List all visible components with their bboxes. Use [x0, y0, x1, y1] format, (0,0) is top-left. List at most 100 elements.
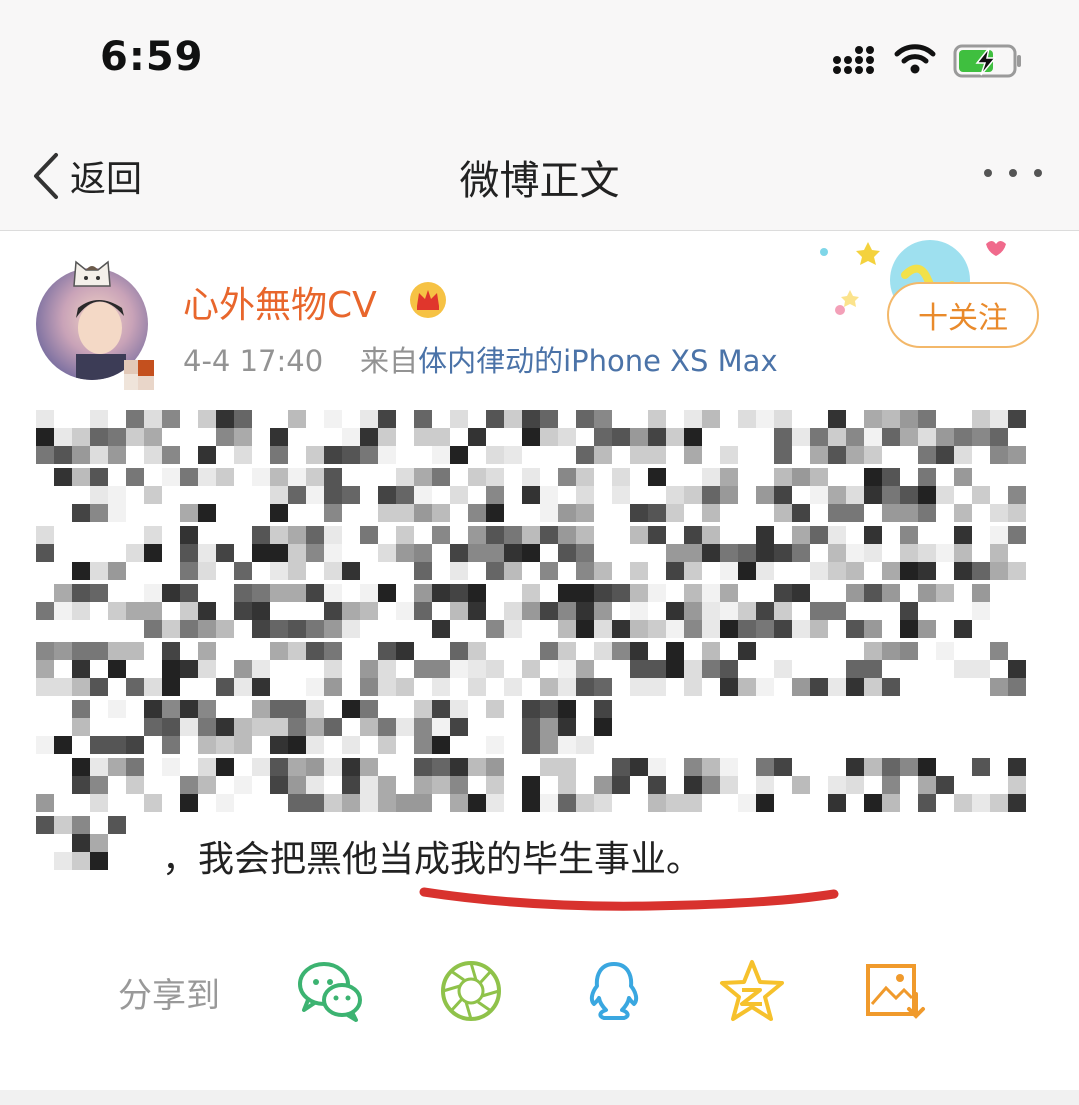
save-image-icon[interactable] — [860, 958, 928, 1024]
mosaic-pixel — [414, 562, 432, 580]
mosaic-pixel — [540, 562, 558, 580]
mosaic-pixel — [270, 504, 288, 522]
mosaic-pixel — [378, 700, 396, 718]
mosaic-pixel — [396, 584, 414, 602]
mosaic-pixel — [234, 584, 252, 602]
mosaic-pixel — [630, 620, 648, 638]
mosaic-pixel — [126, 486, 144, 504]
mosaic-pixel — [162, 544, 180, 562]
mosaic-pixel — [396, 660, 414, 678]
mosaic-pixel — [990, 562, 1008, 580]
mosaic-pixel — [792, 486, 810, 504]
mosaic-pixel — [954, 410, 972, 428]
qq-icon[interactable] — [580, 958, 648, 1024]
mosaic-pixel — [144, 758, 162, 776]
mosaic-pixel — [666, 526, 684, 544]
mosaic-pixel — [198, 642, 216, 660]
mosaic-pixel — [360, 446, 378, 464]
mosaic-pixel — [846, 660, 864, 678]
mosaic-pixel — [720, 776, 738, 794]
mosaic-pixel — [36, 794, 54, 812]
mosaic-pixel — [900, 410, 918, 428]
mosaic-pixel — [1008, 602, 1026, 620]
mosaic-pixel — [252, 718, 270, 736]
mosaic-pixel — [90, 700, 108, 718]
mosaic-pixel — [486, 620, 504, 638]
post-source[interactable]: 体内律动的iPhone XS Max — [418, 344, 778, 378]
mosaic-pixel — [306, 410, 324, 428]
mosaic-pixel — [270, 544, 288, 562]
mosaic-pixel — [252, 562, 270, 580]
mosaic-pixel — [666, 794, 684, 812]
mosaic-pixel — [252, 660, 270, 678]
mosaic-pixel — [864, 678, 882, 696]
mosaic-pixel — [270, 678, 288, 696]
mosaic-pixel — [54, 562, 72, 580]
mosaic-pixel — [234, 642, 252, 660]
mosaic-pixel — [864, 620, 882, 638]
mosaic-pixel — [180, 428, 198, 446]
mosaic-pixel — [774, 468, 792, 486]
mosaic-pixel — [504, 428, 522, 446]
mosaic-pixel — [216, 758, 234, 776]
mosaic-pixel — [774, 410, 792, 428]
mosaic-pixel — [216, 642, 234, 660]
mosaic-pixel — [954, 758, 972, 776]
mosaic-pixel — [486, 718, 504, 736]
mosaic-pixel — [720, 562, 738, 580]
mosaic-pixel — [216, 410, 234, 428]
mosaic-pixel — [648, 602, 666, 620]
mosaic-pixel — [216, 678, 234, 696]
mosaic-pixel — [324, 428, 342, 446]
mosaic-pixel — [306, 620, 324, 638]
mosaic-pixel — [720, 660, 738, 678]
mosaic-pixel — [882, 468, 900, 486]
mosaic-pixel — [342, 794, 360, 812]
mosaic-pixel — [36, 526, 54, 544]
mosaic-pixel — [36, 584, 54, 602]
mosaic-pixel — [288, 468, 306, 486]
mosaic-pixel — [162, 584, 180, 602]
mosaic-pixel — [522, 410, 540, 428]
moments-icon[interactable] — [438, 958, 506, 1024]
mosaic-pixel — [162, 428, 180, 446]
more-icon[interactable] — [980, 160, 1046, 186]
qzone-star-icon[interactable] — [718, 958, 786, 1024]
mosaic-pixel — [144, 584, 162, 602]
mosaic-pixel — [468, 678, 486, 696]
status-bar: 6:59 — [0, 0, 1079, 120]
mosaic-pixel — [702, 504, 720, 522]
mosaic-pixel — [126, 544, 144, 562]
mosaic-pixel — [720, 468, 738, 486]
wechat-icon[interactable] — [296, 958, 364, 1024]
mosaic-pixel — [900, 468, 918, 486]
mosaic-pixel — [738, 446, 756, 464]
mosaic-pixel — [612, 642, 630, 660]
author-name[interactable]: 心外無物CV — [183, 276, 377, 328]
mosaic-pixel — [360, 410, 378, 428]
mosaic-pixel — [612, 584, 630, 602]
mosaic-pixel — [936, 776, 954, 794]
mosaic-pixel — [126, 776, 144, 794]
mosaic-pixel — [396, 620, 414, 638]
mosaic-pixel — [252, 468, 270, 486]
mosaic-pixel — [774, 776, 792, 794]
mosaic-pixel — [990, 428, 1008, 446]
mosaic-pixel — [252, 736, 270, 754]
mosaic-pixel — [846, 486, 864, 504]
mosaic-pixel — [540, 678, 558, 696]
mosaic-pixel — [900, 562, 918, 580]
mosaic-pixel — [864, 504, 882, 522]
follow-button[interactable]: 十关注 — [887, 282, 1039, 348]
mosaic-pixel — [234, 602, 252, 620]
mosaic-pixel — [954, 678, 972, 696]
mosaic-pixel — [414, 584, 432, 602]
mosaic-pixel — [972, 602, 990, 620]
mosaic-pixel — [594, 526, 612, 544]
mosaic-pixel — [900, 660, 918, 678]
mosaic-pixel — [144, 642, 162, 660]
mosaic-pixel — [486, 660, 504, 678]
mosaic-pixel — [918, 544, 936, 562]
mosaic-pixel — [576, 758, 594, 776]
mosaic-pixel — [648, 446, 666, 464]
